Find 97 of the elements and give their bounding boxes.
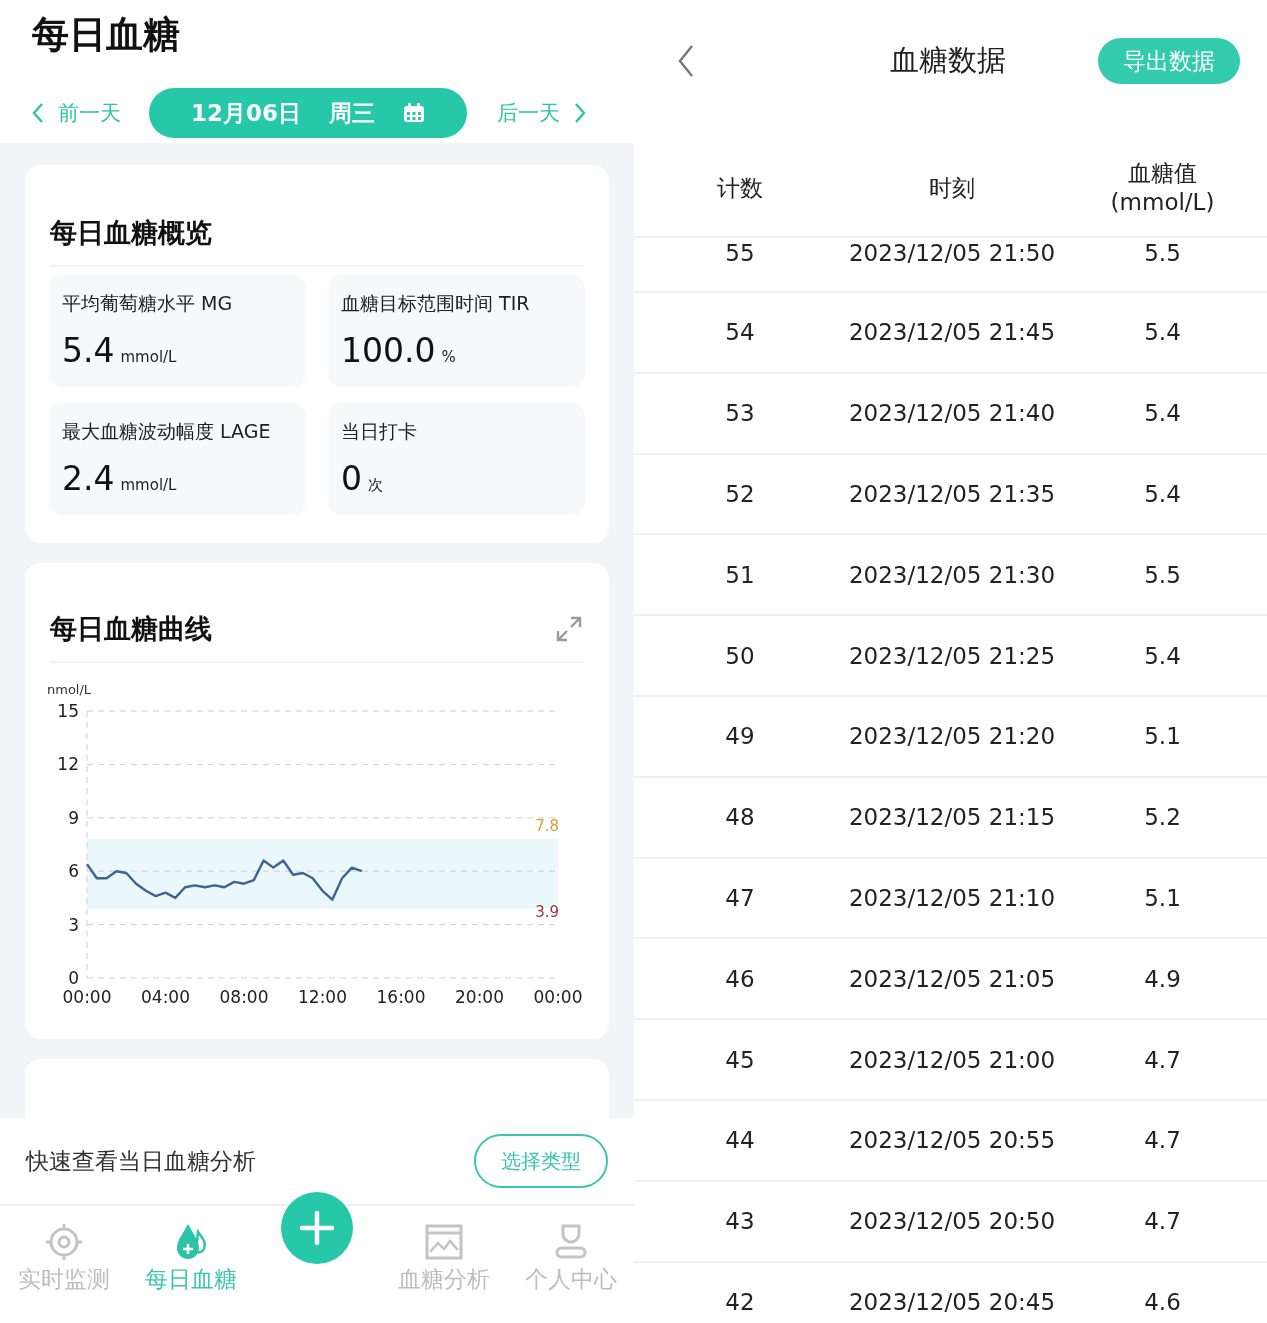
calendar-icon [403,103,425,123]
table-cell-text: 5.4 [1143,481,1182,507]
table-cell-text: 2023/12/05 21:10 [847,884,1057,911]
y-tick-label: 3 [68,914,79,935]
table-cell-text: 2023/12/05 21:50 [847,240,1057,266]
table-cell-text: 2023/12/05 21:40 [847,400,1057,427]
range-limit-label: 7.8 [535,817,559,836]
quick-analysis-text: 快速查看当日血糖分析 [26,1146,256,1176]
select-type-button[interactable]: 选择类型 [474,1134,608,1188]
chart-image-icon [423,1222,464,1262]
table-cell-text: 2023/12/05 21:15 [847,804,1057,831]
page-title: 每日血糖 [32,12,181,58]
metric-unit: mmol/L [120,476,177,494]
x-tick-label: 12:00 [298,987,347,1007]
table-cell-text: 5.2 [1143,804,1182,831]
x-tick-label: 20:00 [455,987,504,1007]
table-cell-text: 52 [724,481,756,507]
table-cell-text: 2023/12/05 21:35 [847,481,1057,507]
table-cell-text: 51 [724,561,756,588]
chevron-right-icon [574,102,586,124]
metric-label: 当日打卡 [341,419,418,444]
expand-icon[interactable] [554,614,584,644]
screen-title: 血糖数据 [890,42,1006,79]
table-cell-text: 4.7 [1143,1046,1182,1073]
table-cell-text: 2023/12/05 21:05 [847,965,1057,992]
table-cell-text: 54 [724,319,756,346]
table-cell-text: 5.1 [1143,884,1182,911]
column-header: 血糖值 (mmol/L) [1109,159,1216,217]
table-cell-text: 50 [724,642,756,669]
date-picker-button[interactable]: 12月06日 周三 [149,88,467,138]
table-cell-text: 53 [724,400,756,427]
y-tick-label: 9 [68,807,79,828]
y-tick-label: 12 [57,754,79,775]
table-cell-text: 2023/12/05 21:30 [847,561,1057,588]
table-cell-text: 2023/12/05 21:00 [847,1046,1057,1073]
next-day-link[interactable]: 后一天 [497,99,586,127]
table-cell-text: 2023/12/05 21:20 [847,723,1057,750]
table-cell-text: 2023/12/05 20:50 [847,1208,1057,1235]
nav-tab[interactable]: 血糖分析 [380,1206,507,1295]
back-icon[interactable] [678,44,694,78]
table-cell-text: 4.6 [1143,1288,1182,1315]
export-data-button[interactable]: 导出数据 [1098,38,1240,84]
x-tick-label: 16:00 [376,987,426,1007]
previous-day-link[interactable]: 前一天 [32,99,121,127]
x-tick-label: 00:00 [533,987,583,1007]
table-cell-text: 2023/12/05 20:45 [847,1288,1057,1315]
y-tick-label: 15 [57,701,79,721]
metric-value: 100.0 [341,331,436,370]
table-cell-text: 2023/12/05 20:55 [847,1127,1057,1154]
column-header: 时刻 [928,173,976,203]
table-cell-text: 55 [724,240,756,266]
metric-unit: 次 [368,476,383,495]
range-limit-label: 3.9 [535,902,559,921]
table-cell-text: 5.4 [1143,400,1182,427]
table-cell-text: 5.4 [1143,319,1182,346]
nav-tab[interactable]: 个人中心 [507,1206,634,1295]
metric-value: 5.4 [62,331,115,370]
table-cell-text: 4.7 [1143,1208,1182,1235]
chevron-left-icon [32,102,44,124]
column-header: 计数 [716,173,764,203]
nav-tab[interactable]: 每日血糖 [127,1206,254,1295]
card-title: 每日血糖曲线 [50,612,212,646]
table-cell-text: 5.5 [1143,240,1182,266]
table-cell-text: 42 [724,1288,756,1315]
table-cell-text: 46 [724,965,756,992]
table-cell-text: 43 [724,1208,756,1235]
y-tick-label: 6 [68,861,79,882]
x-tick-label: 00:00 [62,987,112,1007]
table-cell-text: 5.1 [1143,723,1182,750]
table-cell-text: 4.9 [1143,965,1182,992]
table-cell-text: 2023/12/05 21:45 [847,319,1057,346]
y-axis-unit: nmol/L [47,682,92,697]
metric-unit: mmol/L [120,348,177,366]
table-cell-text: 2023/12/05 21:25 [847,642,1057,669]
table-cell-text: 4.7 [1143,1127,1182,1154]
metric-value: 2.4 [62,459,115,498]
table-cell-text: 47 [724,884,756,911]
target-icon [43,1222,84,1262]
nav-tab[interactable]: 实时监测 [0,1206,127,1295]
metric-value: 0 [341,459,362,498]
table-cell-text: 5.4 [1143,642,1182,669]
x-tick-label: 04:00 [141,987,190,1007]
weekday-text: 周三 [329,98,375,128]
metric-unit: % [441,348,456,366]
metric-label: 最大血糖波动幅度 LAGE [62,419,272,444]
plus-icon [300,1211,334,1245]
date-text: 12月06日 [191,98,301,128]
x-tick-label: 08:00 [219,987,269,1007]
table-cell-text: 5.5 [1143,561,1182,588]
table-cell-text: 44 [724,1127,756,1154]
y-tick-label: 0 [68,968,79,988]
table-cell-text: 45 [724,1046,756,1073]
metric-label: 平均葡萄糖水平 MG [62,291,234,316]
table-cell-text: 49 [724,723,756,750]
table-cell-text: 48 [724,804,756,831]
metric-label: 血糖目标范围时间 TIR [341,291,531,316]
card-title: 每日血糖概览 [50,165,584,267]
